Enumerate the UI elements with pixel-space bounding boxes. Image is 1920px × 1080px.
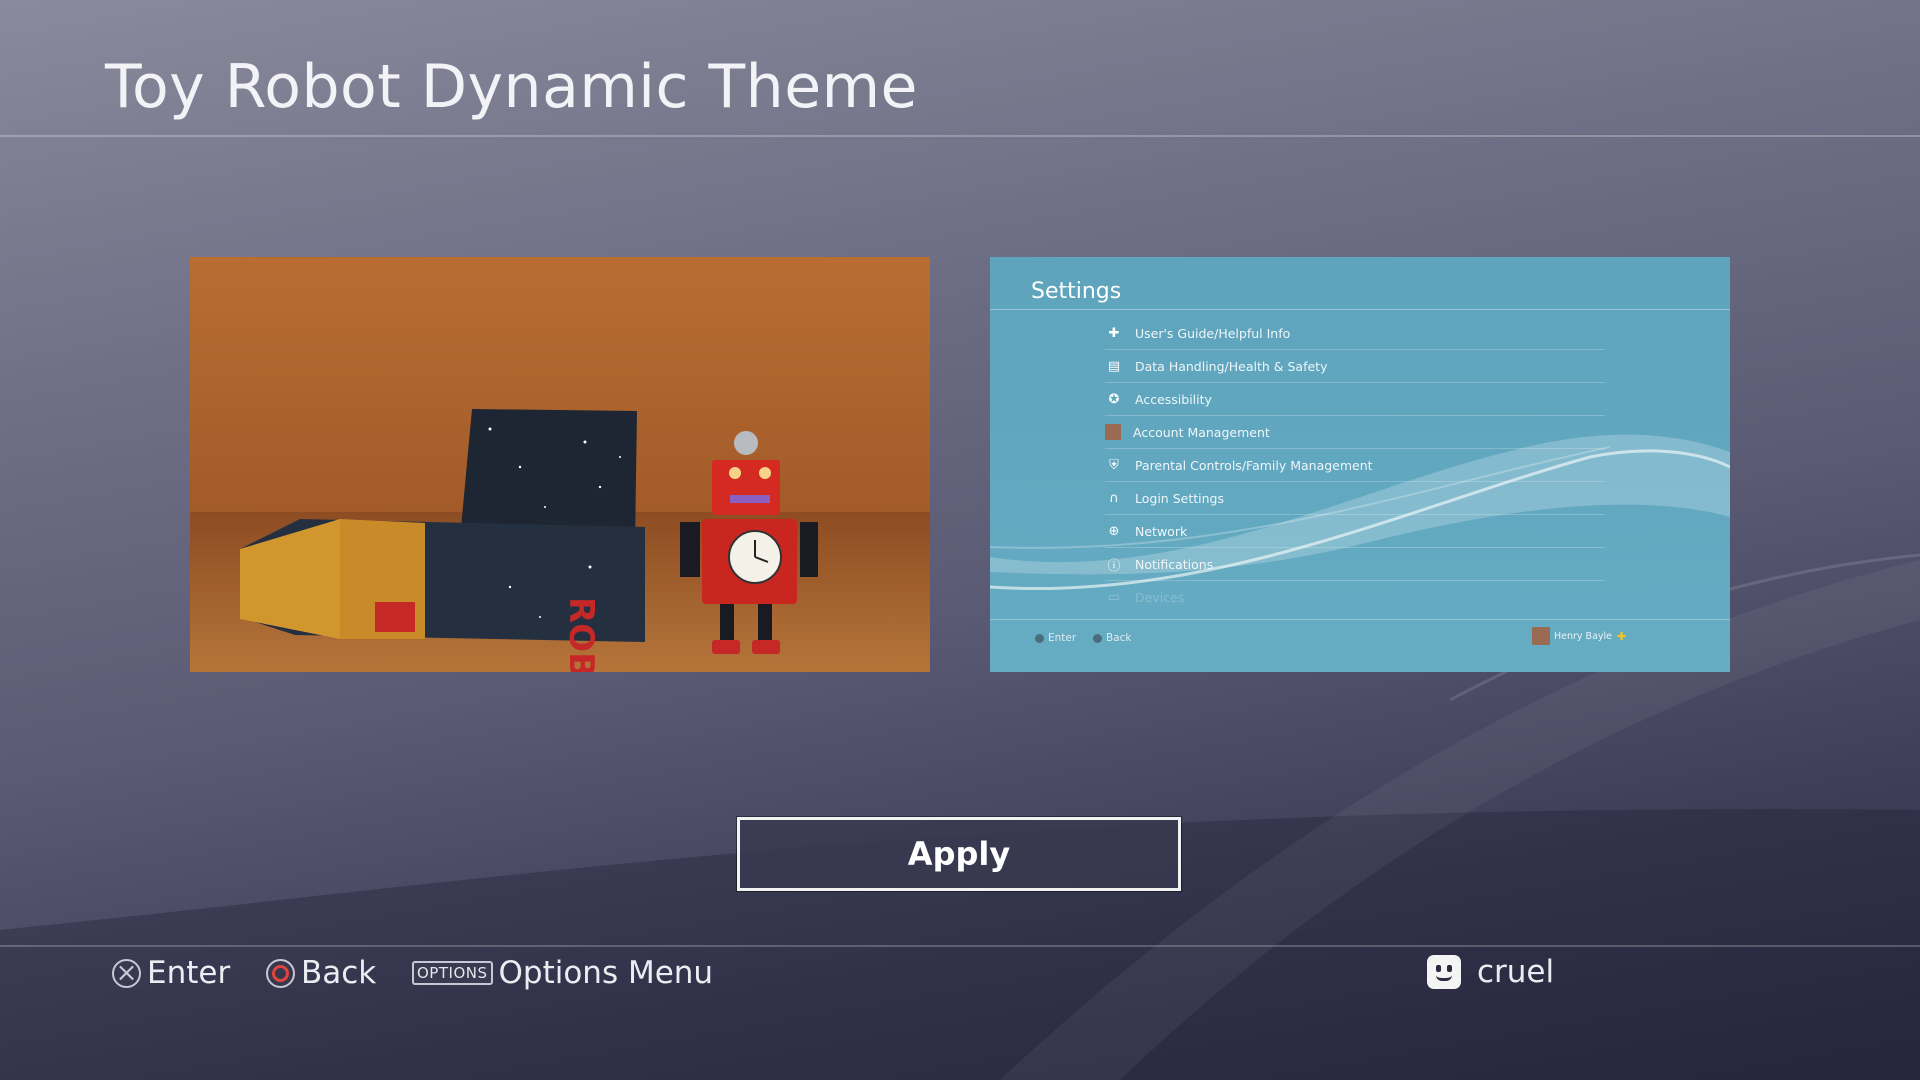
key-icon: ∩ [1109,490,1119,506]
preview-title-divider [990,309,1730,310]
hint-enter: × Enter [112,953,230,993]
preview-item-label: User's Guide/Helpful Info [1135,325,1291,341]
preview-item-label: Login Settings [1135,490,1224,506]
preview-item-accessibility: ✪ Accessibility [1105,383,1605,416]
hint-back-label: Back [301,955,377,991]
footer-divider [0,945,1920,947]
cross-button-icon: × [112,958,141,988]
preview-item-label: Devices [1135,589,1185,605]
accessibility-icon: ✪ [1108,391,1120,407]
preview-user-name: Henry Bayle [1554,630,1613,642]
preview-item-login-settings: ∩ Login Settings [1105,482,1605,515]
preview-hint-enter: Enter [1035,632,1076,644]
preview-item-data-handling: ▤ Data Handling/Health & Safety [1105,350,1605,383]
preview-settings-list: ✚ User's Guide/Helpful Info ▤ Data Handlin… [1105,317,1605,613]
circle-button-icon [1093,633,1102,643]
plus-icon: ✚ [1617,629,1627,643]
preview-item-account-management: Account Management [1105,416,1605,449]
toy-robot-scene: ROBO [190,257,930,672]
hint-enter-label: Enter [147,955,231,991]
preview-item-users-guide: ✚ User's Guide/Helpful Info [1105,317,1605,350]
preview-hint-back: Back [1093,632,1132,644]
theme-background-preview: ROBO [190,257,930,672]
preview-item-label: Network [1135,523,1188,539]
shield-icon: ⛨ [1109,457,1119,473]
theme-ui-preview: Settings ✚ User's Guide/Helpful Info ▤ Dat… [990,257,1730,672]
preview-item-label: Account Management [1133,424,1270,440]
hint-options: OPTIONS Options Menu [412,953,713,993]
avatar-icon [1105,424,1121,440]
preview-settings-title: Settings [1031,279,1122,304]
user-indicator: cruel [1427,954,1554,990]
user-name: cruel [1477,954,1555,990]
preview-item-network: ⊕ Network [1105,515,1605,548]
preview-user: Henry Bayle ✚ [1532,627,1626,645]
preview-item-label: Parental Controls/Family Management [1135,457,1373,473]
preview-item-notifications: ⓘ Notifications [1105,548,1605,581]
device-icon: ▭ [1107,589,1121,605]
options-button-icon: OPTIONS [412,961,493,985]
svg-text:ROBO: ROBO [561,597,601,672]
preview-item-devices: ▭ Devices [1105,581,1605,613]
preview-hint-label: Enter [1048,632,1077,644]
info-icon: ⓘ [1107,558,1121,574]
hint-options-label: Options Menu [498,955,714,991]
cross-button-icon [1035,633,1044,643]
preview-hint-label: Back [1106,632,1132,644]
hint-back: Back [266,953,376,993]
smiley-avatar-icon [1427,955,1461,989]
help-icon: ✚ [1108,325,1120,341]
document-icon: ▤ [1107,358,1121,374]
preview-footer-divider [990,619,1730,620]
title-divider [0,135,1920,137]
preview-item-parental-controls: ⛨ Parental Controls/Family Management [1105,449,1605,482]
page-title: Toy Robot Dynamic Theme [105,52,918,122]
globe-icon: ⊕ [1108,523,1120,539]
preview-item-label: Notifications [1135,556,1214,572]
circle-button-icon [266,958,295,988]
preview-item-label: Accessibility [1135,391,1212,407]
avatar [1532,627,1550,645]
preview-item-label: Data Handling/Health & Safety [1135,358,1328,374]
apply-button[interactable]: Apply [736,816,1182,892]
